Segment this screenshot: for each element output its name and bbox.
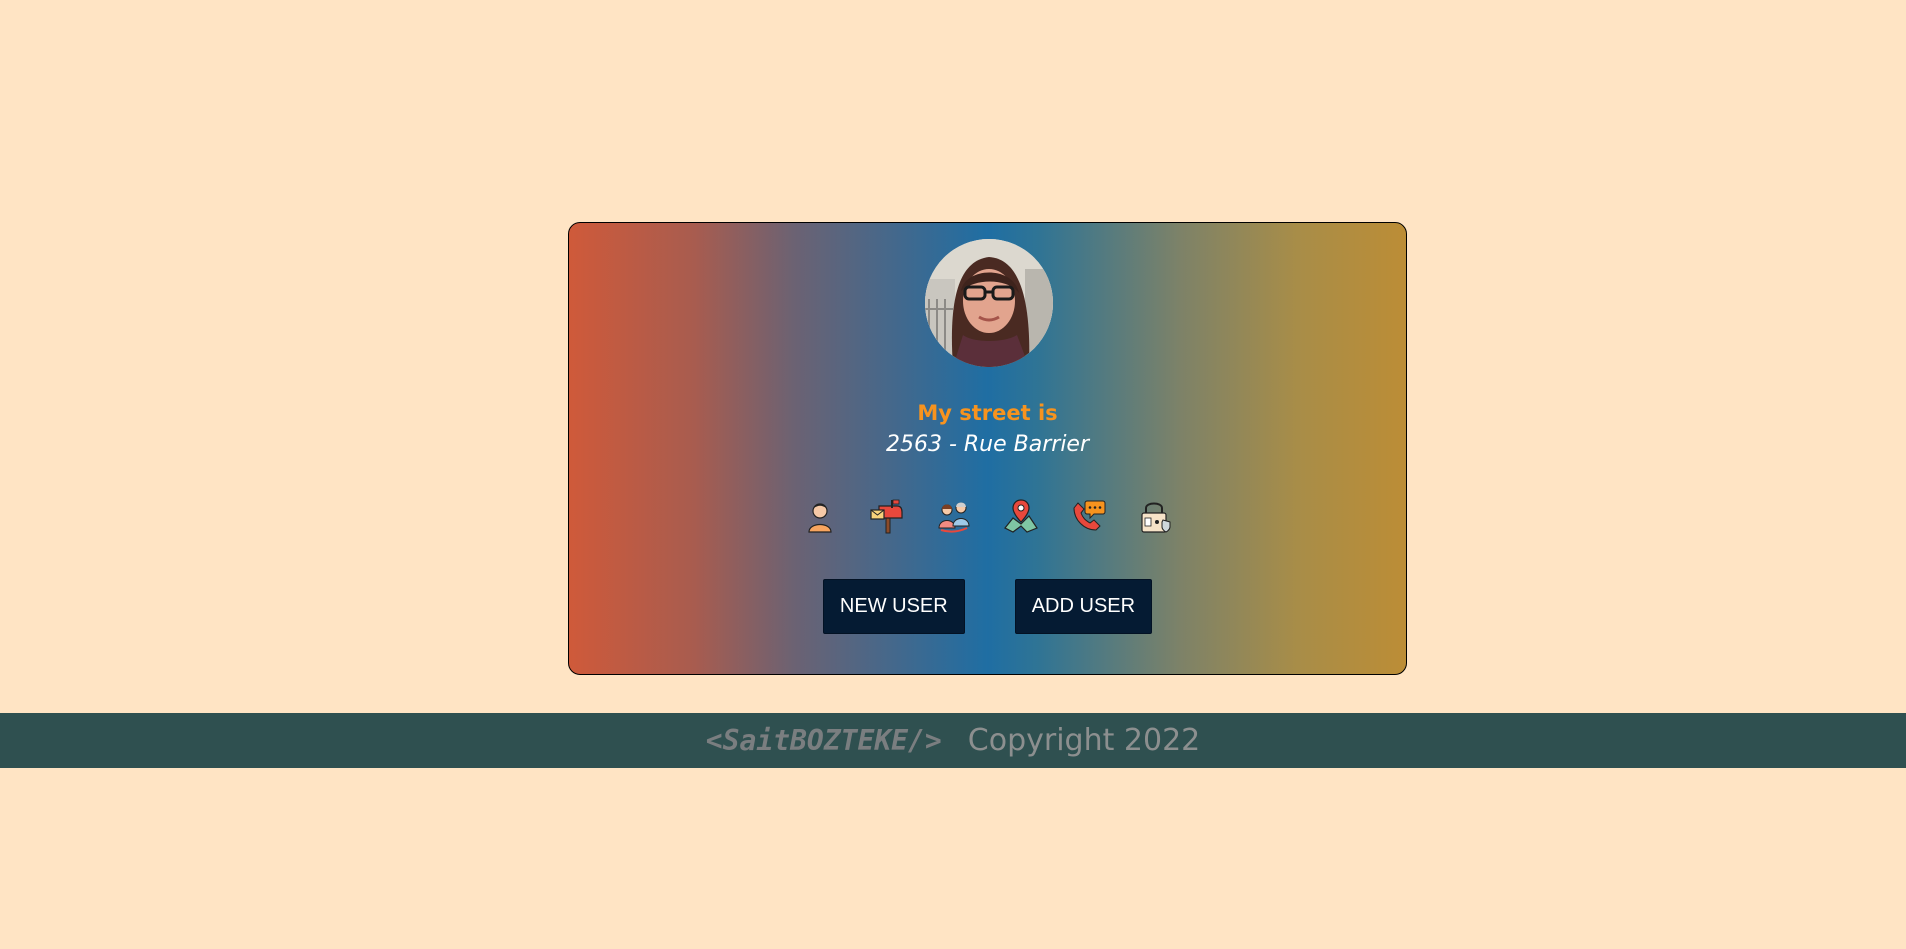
map-location-icon[interactable]	[1003, 498, 1039, 534]
new-user-button[interactable]: NEW USER	[822, 579, 965, 634]
add-user-button[interactable]: ADD USER	[1014, 579, 1153, 634]
field-value: 2563 - Rue Barrier	[885, 432, 1090, 457]
avatar	[925, 239, 1053, 367]
user-card: My street is 2563 - Rue Barrier NEW USER…	[568, 222, 1407, 675]
lock-icon[interactable]	[1137, 498, 1173, 534]
footer-brand[interactable]: <SaitBOZTEKE/>	[706, 724, 942, 757]
mailbox-icon[interactable]	[869, 498, 905, 534]
phone-icon[interactable]	[1070, 498, 1106, 534]
footer-copyright: Copyright 2022	[967, 723, 1201, 758]
avatar-photo	[925, 239, 1053, 367]
age-icon[interactable]	[936, 498, 972, 534]
footer: <SaitBOZTEKE/> Copyright 2022	[0, 713, 1906, 768]
info-icon-bar	[569, 498, 1406, 538]
user-icon[interactable]	[802, 498, 838, 534]
field-label: My street is	[917, 401, 1058, 425]
action-buttons: NEW USER ADD USER	[569, 579, 1406, 634]
